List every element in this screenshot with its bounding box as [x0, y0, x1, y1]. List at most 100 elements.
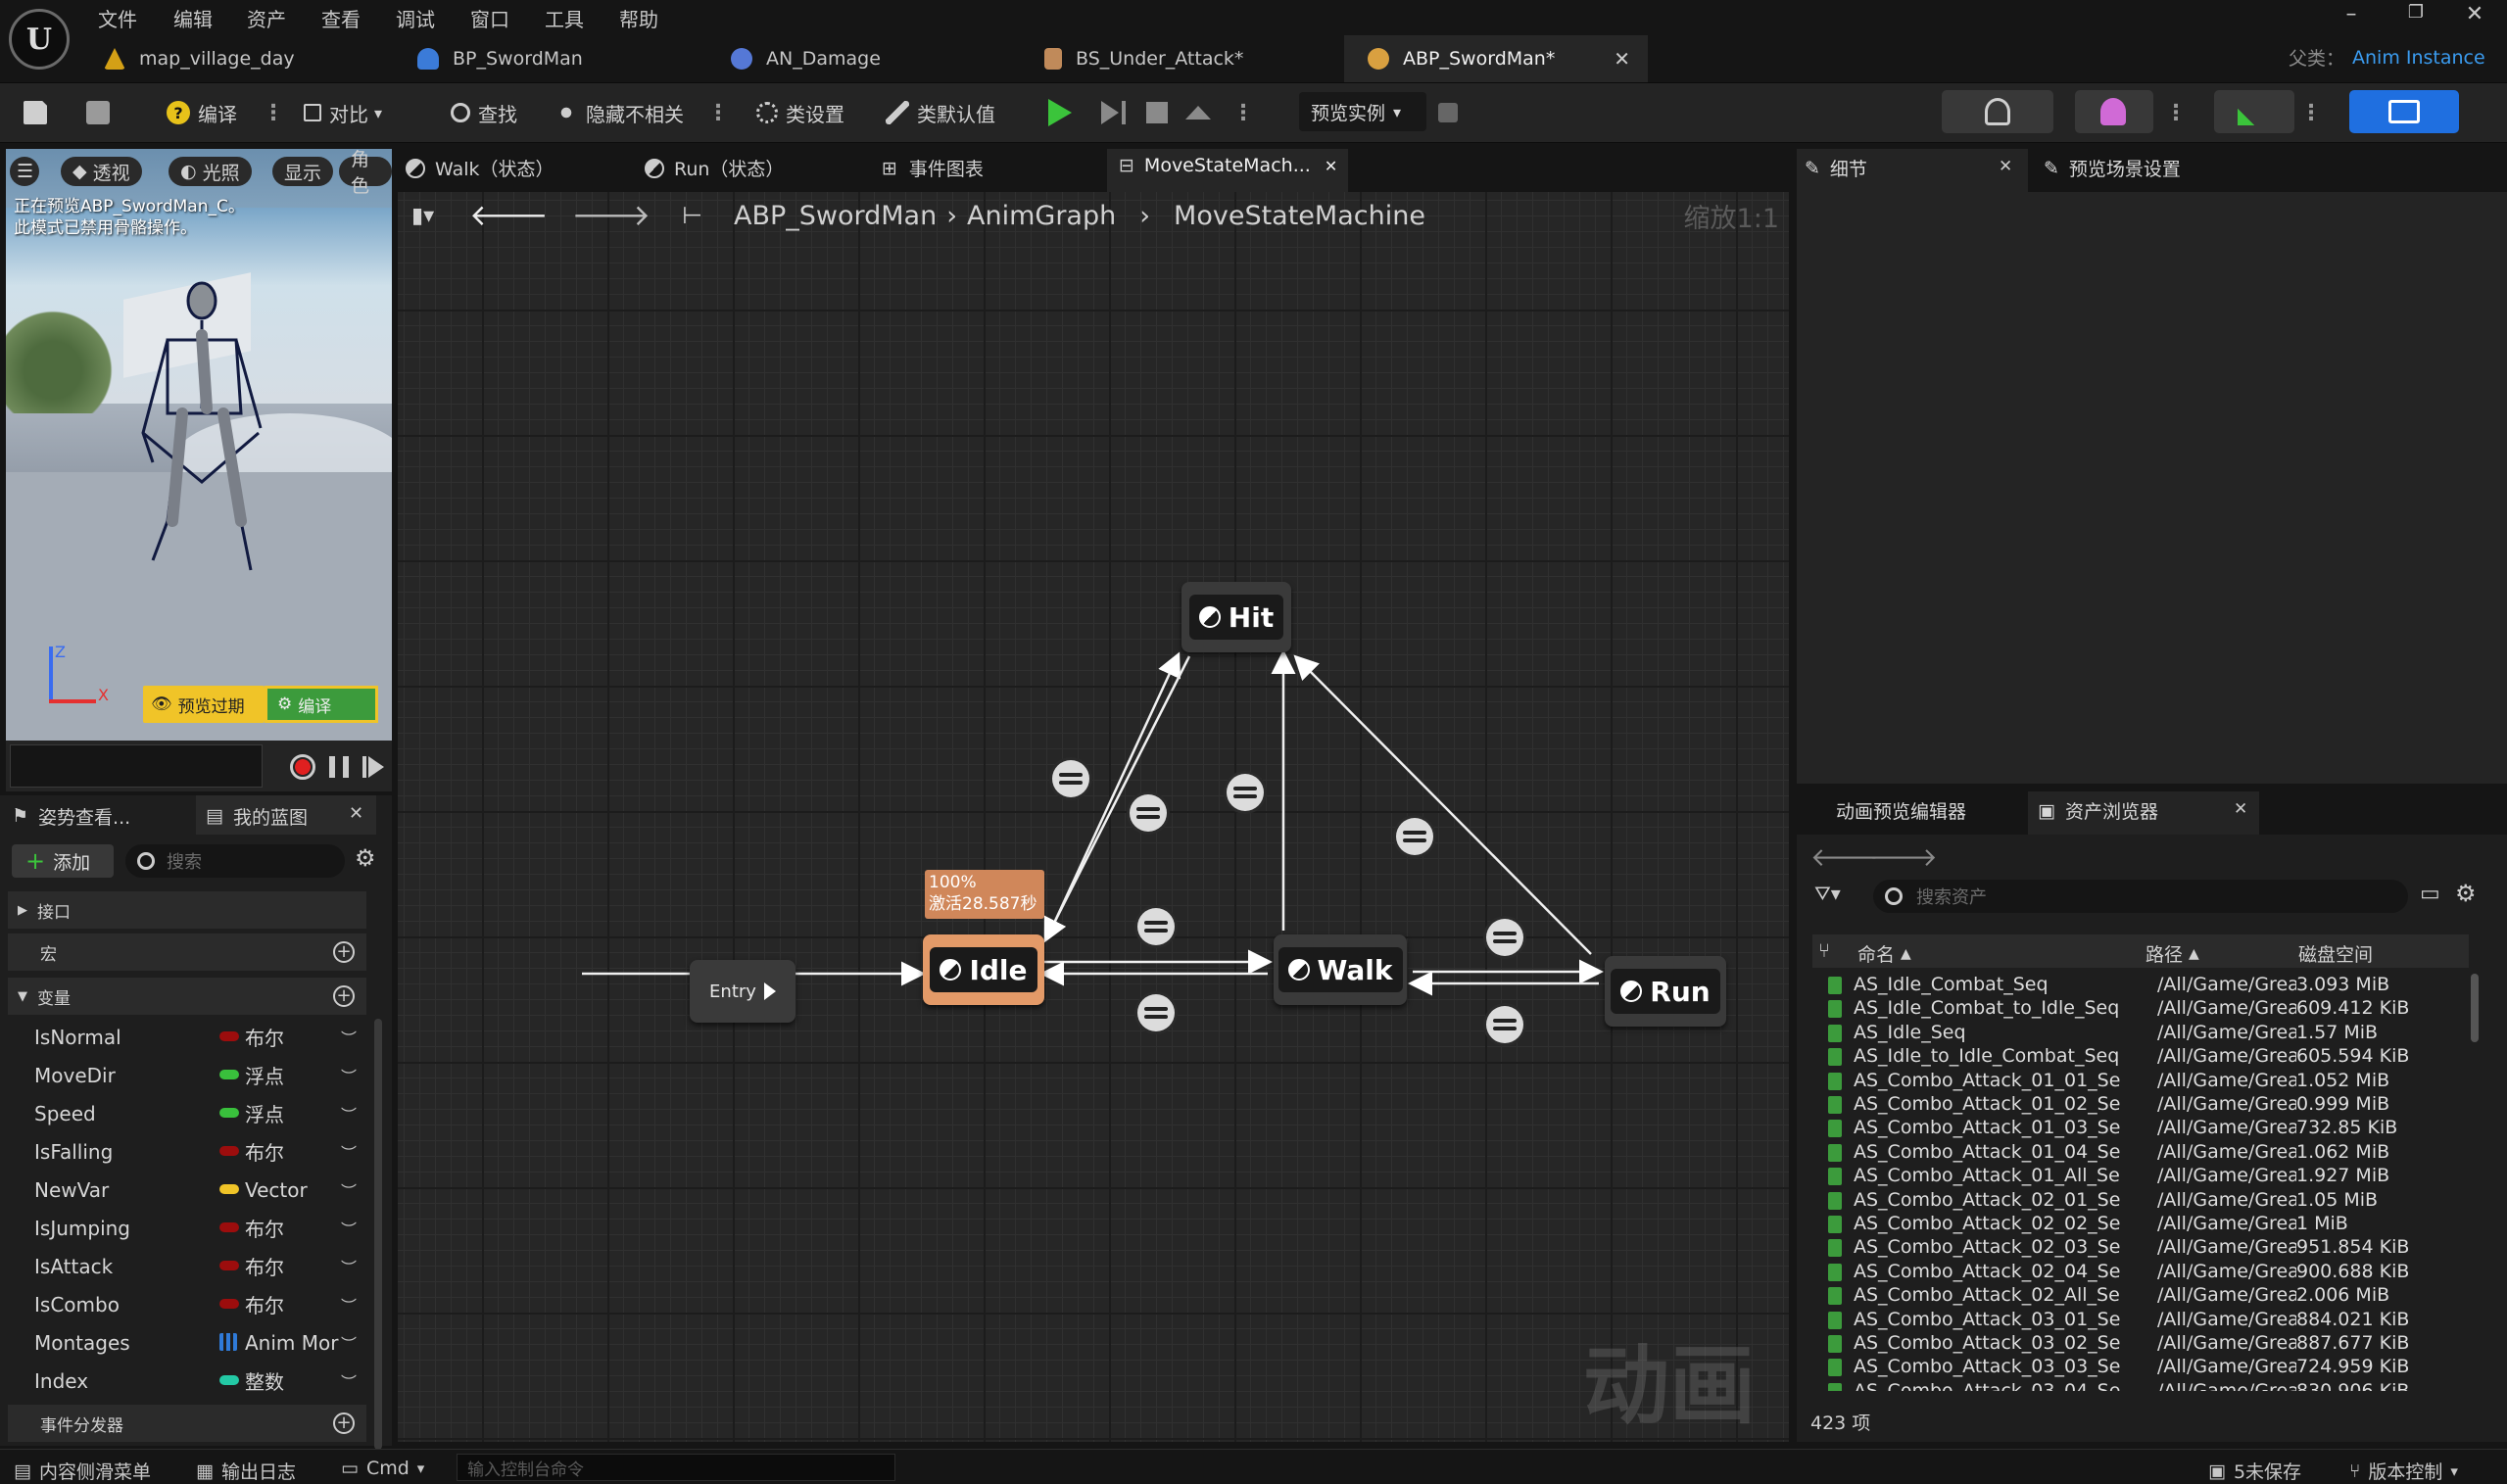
column-name[interactable]: 命名 ▲: [1857, 940, 1911, 967]
step-forward-icon[interactable]: [362, 756, 366, 778]
cmd-dropdown[interactable]: ▭ Cmd ▾: [341, 1458, 424, 1479]
transition-rule-icon[interactable]: [1137, 994, 1175, 1031]
state-node-hit[interactable]: Hit: [1181, 582, 1291, 652]
settings-gear-icon[interactable]: ⚙: [2455, 880, 2477, 907]
find-button[interactable]: 查找: [451, 98, 517, 127]
transition-rule-icon[interactable]: [1486, 919, 1523, 956]
diff-button[interactable]: 对比 ▾: [304, 98, 382, 127]
timeline-scrubber[interactable]: [10, 744, 263, 788]
eye-closed-icon[interactable]: ︶: [341, 1178, 357, 1202]
mode-options-2-icon[interactable]: ⋮: [2300, 98, 2322, 127]
close-tab-icon[interactable]: ✕: [2234, 799, 2247, 819]
variable-row[interactable]: Speed 浮点 ︶: [8, 1094, 366, 1132]
preview-viewport[interactable]: ☰ ◆ 透视 ◐ 光照 显示 角色 正在预览ABP_SwordMan_C。 此模式已…: [6, 149, 392, 741]
variable-row[interactable]: IsJumping 布尔 ︶: [8, 1209, 366, 1247]
add-circle-icon[interactable]: +: [333, 1412, 355, 1434]
viewport-menu-icon[interactable]: ☰: [10, 157, 39, 186]
tab-preview-scene-settings[interactable]: ✎ 预览场景设置: [2044, 155, 2181, 181]
asset-row[interactable]: AS_Combo_Attack_02_04_Se/All/Game/Grea 90…: [1812, 1260, 2469, 1284]
close-tab-icon[interactable]: ✕: [1325, 157, 1337, 175]
variable-row[interactable]: IsFalling 布尔 ︶: [8, 1132, 366, 1171]
viewport-compile-button[interactable]: ⚙ 编译: [265, 686, 378, 723]
parent-class-link[interactable]: Anim Instance: [2352, 47, 2485, 69]
play-options-icon[interactable]: ⋮: [1232, 98, 1254, 127]
variable-row[interactable]: NewVar Vector ︶: [8, 1171, 366, 1209]
left-panel-scrollbar[interactable]: [374, 1019, 382, 1450]
asset-row[interactable]: AS_Combo_Attack_03_04_Se/All/Game/Grea 83…: [1812, 1379, 2469, 1391]
close-tab-icon[interactable]: ✕: [1614, 47, 1630, 71]
asset-row[interactable]: AS_Combo_Attack_03_03_Se/All/Game/Grea 72…: [1812, 1356, 2469, 1380]
breadcrumb-mid[interactable]: AnimGraph: [967, 201, 1116, 231]
doc-tab-bp-swordman[interactable]: BP_SwordMan: [394, 35, 707, 82]
menu-file[interactable]: 文件: [98, 4, 137, 32]
bookmark-icon[interactable]: ▮▾: [411, 204, 434, 228]
forward-arrow-icon[interactable]: 🡒: [572, 198, 651, 233]
columns-icon[interactable]: ⑂: [1818, 938, 1830, 962]
graph-tab-run[interactable]: Run（状态）: [645, 155, 784, 181]
asset-row[interactable]: AS_Combo_Attack_02_02_Se/All/Game/Grea 1 …: [1812, 1213, 2469, 1236]
step-button[interactable]: [1101, 98, 1126, 127]
folder-icon[interactable]: ▭: [2420, 882, 2440, 906]
breadcrumb-leaf[interactable]: MoveStateMachine: [1174, 201, 1425, 231]
eye-closed-icon[interactable]: ︶: [341, 1064, 357, 1087]
compile-button[interactable]: ? 编译: [167, 98, 237, 127]
minimize-icon[interactable]: –: [2332, 2, 2371, 26]
close-tab-icon[interactable]: ✕: [349, 803, 363, 824]
blueprint-search-input[interactable]: 搜索: [125, 844, 345, 878]
tab-my-blueprint[interactable]: ▤ 我的蓝图: [206, 799, 308, 833]
column-path[interactable]: 路径 ▲: [2145, 940, 2199, 967]
eye-closed-icon[interactable]: ︶: [341, 1217, 357, 1240]
unsaved-button[interactable]: ▣ 5未保存: [2208, 1458, 2301, 1484]
viewport-tab-show[interactable]: 显示: [272, 157, 334, 186]
menu-debug[interactable]: 调试: [396, 4, 435, 32]
asset-row[interactable]: AS_Combo_Attack_01_04_Se/All/Game/Grea 1.…: [1812, 1140, 2469, 1165]
menu-tools[interactable]: 工具: [545, 4, 584, 32]
section-interfaces[interactable]: ▶ 接口: [8, 891, 366, 929]
eye-closed-icon[interactable]: ︶: [341, 1102, 357, 1125]
graph-tab-event-graph[interactable]: ⊞ 事件图表: [882, 155, 984, 181]
asset-row[interactable]: AS_Combo_Attack_02_All_Se/All/Game/Grea 2…: [1812, 1284, 2469, 1309]
preview-expired-button[interactable]: 👁 预览过期: [143, 686, 265, 723]
tab-asset-browser[interactable]: ▣ 资产浏览器: [2038, 797, 2158, 824]
transition-rule-icon[interactable]: [1486, 1006, 1523, 1043]
eye-closed-icon[interactable]: ︶: [341, 1369, 357, 1393]
asset-search-input[interactable]: 搜索资产: [1873, 880, 2408, 913]
hide-unrelated-button[interactable]: 隐藏不相关: [554, 98, 684, 127]
asset-row[interactable]: AS_Combo_Attack_02_01_Se/All/Game/Grea 1.…: [1812, 1188, 2469, 1213]
asset-row[interactable]: AS_Idle_Combat_to_Idle_Seq/All/Game/Grea…: [1812, 997, 2469, 1022]
mode-options-icon[interactable]: ⋮: [2165, 98, 2187, 127]
transition-rule-icon[interactable]: [1396, 818, 1433, 855]
transition-rule-icon[interactable]: [1052, 760, 1089, 797]
animation-mode-button[interactable]: [2214, 90, 2294, 133]
variable-row[interactable]: IsCombo 布尔 ︶: [8, 1285, 366, 1323]
record-icon[interactable]: [290, 754, 315, 780]
viewport-tab-character[interactable]: 角色: [339, 149, 392, 197]
section-macros[interactable]: 宏 +: [8, 933, 366, 971]
asset-row[interactable]: AS_Combo_Attack_01_03_Se/All/Game/Grea 73…: [1812, 1117, 2469, 1141]
close-window-icon[interactable]: ✕: [2455, 2, 2494, 26]
asset-row[interactable]: AS_Combo_Attack_01_02_Se/All/Game/Grea 0.…: [1812, 1093, 2469, 1117]
tab-anim-preview-editor[interactable]: 动画预览编辑器: [1836, 797, 1966, 824]
breadcrumb-root[interactable]: ABP_SwordMan: [734, 201, 937, 231]
eye-closed-icon[interactable]: ︶: [341, 1140, 357, 1164]
asset-list-scrollbar[interactable]: [2471, 974, 2479, 1042]
add-circle-icon[interactable]: +: [333, 985, 355, 1007]
back-arrow-icon[interactable]: 🡐: [469, 198, 548, 233]
doc-tab-abp-swordman[interactable]: ABP_SwordMan* ✕: [1344, 35, 1648, 82]
preview-instance-dropdown[interactable]: 预览实例 ▾: [1299, 92, 1426, 131]
menu-view[interactable]: 查看: [321, 4, 361, 32]
asset-row[interactable]: AS_Combo_Attack_03_02_Se/All/Game/Grea 88…: [1812, 1332, 2469, 1356]
viewport-tab-perspective[interactable]: ◆ 透视: [61, 157, 142, 186]
doc-tab-bs-under-attack[interactable]: BS_Under_Attack*: [1021, 35, 1344, 82]
mesh-mode-button[interactable]: [2075, 90, 2153, 133]
compile-options-icon[interactable]: ⋮: [263, 98, 284, 127]
menu-window[interactable]: 窗口: [470, 4, 509, 32]
doc-tab-an-damage[interactable]: AN_Damage: [707, 35, 1021, 82]
column-disk-size[interactable]: 磁盘空间: [2298, 940, 2373, 967]
browse-icon[interactable]: [86, 98, 118, 127]
debug-object-icon[interactable]: [1438, 98, 1466, 127]
eye-closed-icon[interactable]: ︶: [341, 1255, 357, 1278]
class-defaults-button[interactable]: 类默认值: [886, 98, 995, 127]
graph-tab-move-state-machine[interactable]: ⊟ MoveStateMach... ✕: [1119, 155, 1337, 176]
variable-row[interactable]: MoveDir 浮点 ︶: [8, 1056, 366, 1094]
